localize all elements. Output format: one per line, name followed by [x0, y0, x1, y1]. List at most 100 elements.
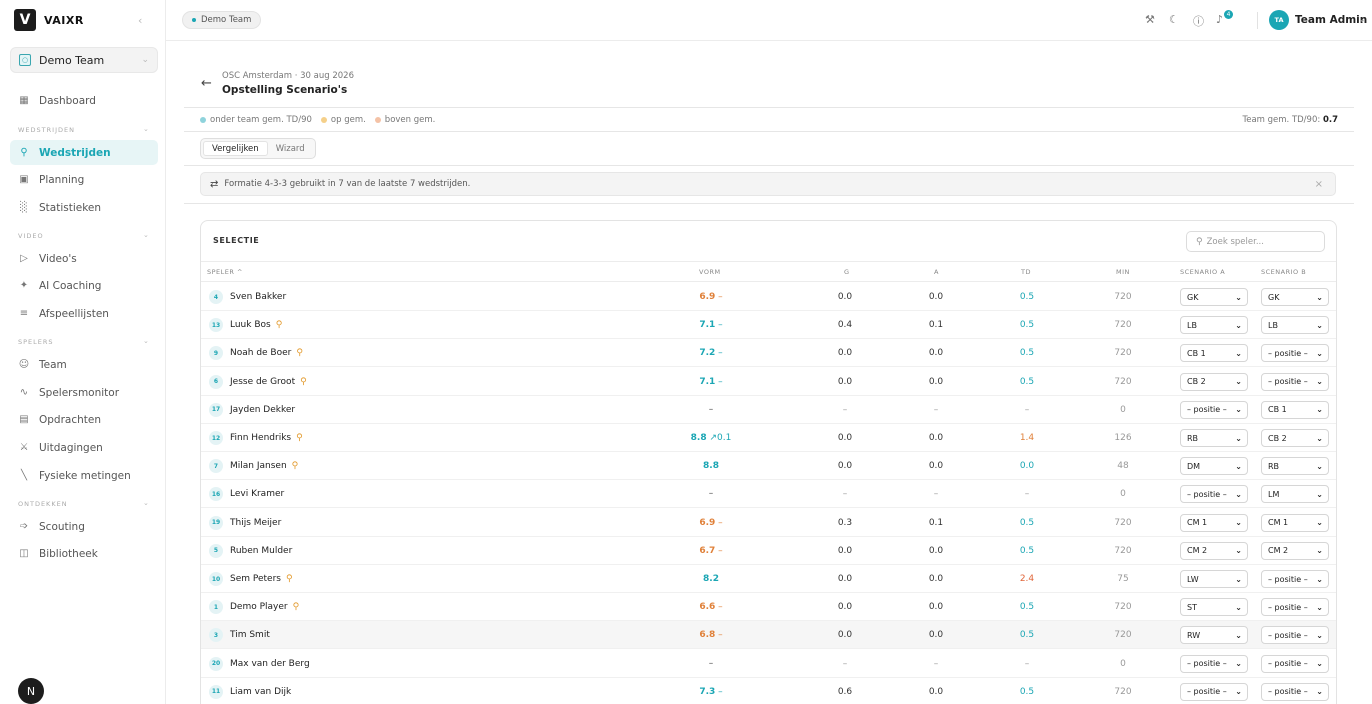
column-header-g[interactable]: G — [844, 268, 850, 276]
sidebar-item-scouting[interactable]: ➩ Scouting — [10, 514, 158, 539]
column-header-a[interactable]: A — [934, 268, 939, 276]
player-name[interactable]: Levi Kramer — [230, 489, 284, 499]
player-name[interactable]: Jesse de Groot ⚲ — [230, 377, 307, 387]
collapse-sidebar-icon[interactable]: ‹ — [138, 14, 142, 27]
table-row[interactable]: 9 Noah de Boer ⚲ 7.2 –0.0 0.0 0.5 720 CB 1 ⌄ – po… — [201, 339, 1336, 368]
moon-icon[interactable]: ☾ — [1169, 13, 1179, 26]
table-row[interactable]: 13 Luuk Bos ⚲ 7.1 – 0.4 0.1 0.5 720 LB ⌄ LB ⌄ — [201, 311, 1336, 340]
scenario-b-select[interactable]: – positie – ⌄ — [1261, 570, 1329, 588]
scenario-a-select[interactable]: RB ⌄ — [1180, 429, 1248, 447]
player-name[interactable]: Sven Bakker — [230, 292, 286, 302]
chevron-down-icon[interactable]: ⌄ — [143, 337, 149, 345]
scenario-b-select[interactable]: – positie – ⌄ — [1261, 344, 1329, 363]
scenario-b-select[interactable]: – positie – ⌄ — [1261, 372, 1329, 391]
scenario-b-select[interactable]: – positie – ⌄ — [1261, 598, 1329, 617]
user-avatar[interactable]: TA — [1269, 10, 1289, 30]
team-selector[interactable]: ○ Demo Team ⌄ — [10, 47, 158, 73]
scenario-a-select[interactable]: – positie – ⌄ — [1180, 485, 1248, 504]
player-name[interactable]: Thijs Meijer — [230, 518, 281, 528]
sidebar-item-ai-coaching[interactable]: ✦ AI Coaching — [10, 273, 158, 298]
player-name[interactable]: Tim Smit — [230, 630, 270, 640]
chevron-down-icon[interactable]: ⌄ — [1359, 15, 1366, 24]
scenario-b-select[interactable]: CM 2 ⌄ — [1261, 541, 1329, 560]
sidebar-item-dashboard[interactable]: ▦ Dashboard — [10, 88, 158, 113]
scenario-b-select[interactable]: – positie – ⌄ — [1261, 626, 1329, 645]
scenario-a-select[interactable]: – positie – ⌄ — [1180, 400, 1248, 419]
scenario-a-select[interactable]: – positie – ⌄ — [1180, 654, 1248, 673]
bottom-avatar[interactable]: N — [18, 678, 44, 704]
table-row[interactable]: 5 Ruben Mulder 6.7 – 0.0 0.0 0.5 720 CM 2 ⌄ CM 2 ⌄ — [201, 537, 1336, 565]
sidebar-item-uitdagingen[interactable]: ⚔ Uitdagingen — [10, 435, 158, 460]
tab-vergelijken[interactable]: Vergelijken — [203, 141, 268, 156]
table-row[interactable]: 20 Max van der Berg – – – –0– positie – ⌄ – pos… — [201, 650, 1336, 678]
player-name[interactable]: Jayden Dekker — [230, 405, 295, 415]
column-header-scenario-b[interactable]: SCENARIO B — [1261, 268, 1306, 276]
column-header-td[interactable]: TD — [1021, 268, 1031, 276]
sidebar-item-bibliotheek[interactable]: ◫ Bibliotheek — [10, 541, 158, 566]
team-chip[interactable]: Demo Team — [182, 11, 262, 29]
chevron-down-icon[interactable]: ⌄ — [143, 125, 149, 133]
scenario-b-select[interactable]: GK ⌄ — [1261, 288, 1329, 306]
scenario-b-select[interactable]: CB 2 ⌄ — [1261, 429, 1329, 447]
sidebar-item-opdrachten[interactable]: ▤ Opdrachten — [10, 407, 158, 432]
sidebar-item-wedstrijden[interactable]: ⚲ Wedstrijden — [10, 140, 158, 165]
scenario-b-select[interactable]: – positie – ⌄ — [1261, 654, 1329, 673]
player-name[interactable]: Max van der Berg — [230, 659, 310, 669]
sidebar-item-afspeellijsten[interactable]: ≡ Afspeellijsten — [10, 301, 158, 326]
table-row[interactable]: 3 Tim Smit 6.8 –0.0 0.0 0.5 720 RW ⌄ – positie –… — [201, 621, 1336, 650]
table-row[interactable]: 7 Milan Jansen ⚲ 8.8 0.0 0.0 0.0 48 DM ⌄ RB ⌄ — [201, 452, 1336, 481]
sidebar-item-spelersmonitor[interactable]: ∿ Spelersmonitor — [10, 380, 158, 405]
scenario-a-select[interactable]: CB 2 ⌄ — [1180, 372, 1248, 391]
table-row[interactable]: 17 Jayden Dekker – – – – 0 – positie – ⌄ CB 1 ⌄ — [201, 396, 1336, 424]
scenario-b-select[interactable]: LB ⌄ — [1261, 316, 1329, 335]
scenario-b-select[interactable]: LM ⌄ — [1261, 485, 1329, 504]
scenario-a-select[interactable]: – positie – ⌄ — [1180, 682, 1248, 701]
player-name[interactable]: Liam van Dijk — [230, 687, 291, 697]
sidebar-item-statistieken[interactable]: ░ Statistieken — [10, 195, 158, 220]
search-input[interactable]: ⚲ Zoek speler... — [1186, 231, 1325, 252]
scenario-a-select[interactable]: DM ⌄ — [1180, 457, 1248, 476]
user-name[interactable]: Team Admin — [1295, 14, 1367, 26]
scenario-b-select[interactable]: CB 1 ⌄ — [1261, 400, 1329, 419]
help-icon[interactable]: ⓘ — [1193, 13, 1204, 29]
scenario-a-select[interactable]: CM 2 ⌄ — [1180, 541, 1248, 560]
back-arrow-icon[interactable]: ← — [201, 76, 212, 91]
table-row[interactable]: 1 Demo Player ⚲ 6.6 –0.0 0.0 0.5 720 ST ⌄ – posit… — [201, 593, 1336, 622]
column-header-min[interactable]: MIN — [1116, 268, 1130, 276]
table-row[interactable]: 4 Sven Bakker 6.9 – 0.0 0.0 0.5 720 GK ⌄ GK ⌄ — [201, 283, 1336, 311]
scenario-a-select[interactable]: ST ⌄ — [1180, 598, 1248, 617]
player-name[interactable]: Milan Jansen ⚲ — [230, 461, 298, 471]
table-row[interactable]: 19 Thijs Meijer 6.9 –0.3 0.1 0.5 720 CM 1 ⌄ CM 1… — [201, 509, 1336, 537]
player-name[interactable]: Sem Peters ⚲ — [230, 574, 293, 584]
table-row[interactable]: 12 Finn Hendriks ⚲ 8.8 ↗0.1 0.0 0.0 1.4 126 RB ⌄ C… — [201, 424, 1336, 452]
sidebar-item-team[interactable]: ☺ Team — [10, 352, 158, 377]
table-row[interactable]: 16 Levi Kramer – – – – 0 – positie – ⌄ LM ⌄ — [201, 480, 1336, 509]
table-row[interactable]: 6 Jesse de Groot ⚲ 7.1 –0.0 0.0 0.5 720 CB 2 ⌄ – … — [201, 368, 1336, 396]
scenario-a-select[interactable]: CB 1 ⌄ — [1180, 344, 1248, 363]
sidebar-item-planning[interactable]: ▣ Planning — [10, 167, 158, 192]
scenario-b-select[interactable]: CM 1 ⌄ — [1261, 513, 1329, 532]
scenario-b-select[interactable]: RB ⌄ — [1261, 457, 1329, 476]
player-name[interactable]: Finn Hendriks ⚲ — [230, 433, 303, 443]
player-name[interactable]: Noah de Boer ⚲ — [230, 348, 303, 358]
scenario-a-select[interactable]: RW ⌄ — [1180, 626, 1248, 645]
scenario-a-select[interactable]: GK ⌄ — [1180, 288, 1248, 306]
column-header-speler[interactable]: SPELER ^ — [207, 268, 243, 276]
scenario-a-select[interactable]: CM 1 ⌄ — [1180, 513, 1248, 532]
scenario-a-select[interactable]: LW ⌄ — [1180, 570, 1248, 588]
scenario-a-select[interactable]: LB ⌄ — [1180, 316, 1248, 335]
close-icon[interactable]: × — [1315, 179, 1323, 190]
player-name[interactable]: Ruben Mulder — [230, 546, 292, 556]
player-name[interactable]: Demo Player ⚲ — [230, 602, 299, 612]
chevron-down-icon[interactable]: ⌄ — [143, 499, 149, 507]
chevron-down-icon[interactable]: ⌄ — [143, 231, 149, 239]
sidebar-item-videos[interactable]: ▷ Video's — [10, 246, 158, 271]
brand[interactable]: V VAIXR — [14, 9, 84, 31]
column-header-scenario-a[interactable]: SCENARIO A — [1180, 268, 1225, 276]
table-row[interactable]: 11 Liam van Dijk 7.3 – 0.6 0.0 0.5 720 – positi… — [201, 678, 1336, 704]
wrench-icon[interactable]: ⚒ — [1145, 13, 1155, 26]
tab-wizard[interactable]: Wizard — [268, 141, 313, 156]
bell-icon[interactable]: ♪ — [1216, 13, 1223, 26]
sidebar-item-fysieke-metingen[interactable]: ╲ Fysieke metingen — [10, 463, 158, 488]
player-name[interactable]: Luuk Bos ⚲ — [230, 320, 282, 330]
